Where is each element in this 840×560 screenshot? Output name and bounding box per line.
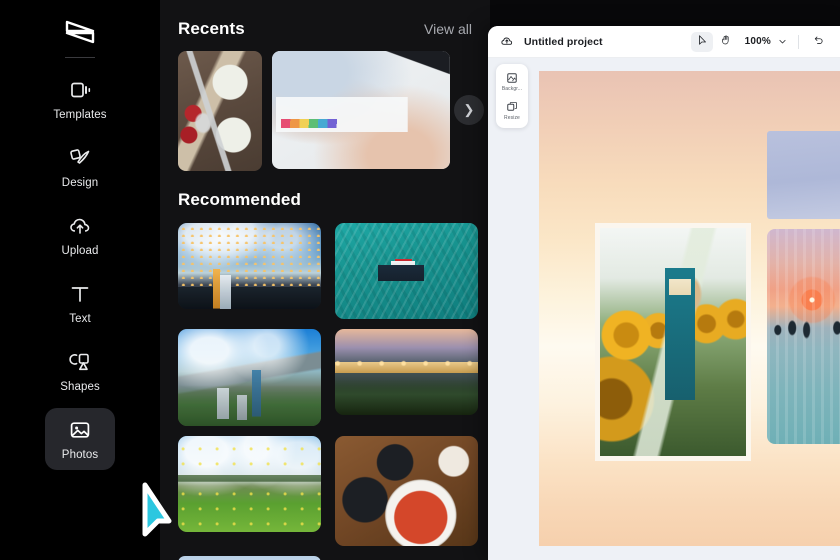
canvas-image-lavender-gradient-block[interactable]	[767, 131, 840, 219]
editor-canvas-area: Backgr... Resize	[488, 58, 840, 560]
shapes-icon	[68, 350, 92, 374]
thumbnail-illuminated-viaduct-park	[335, 329, 478, 415]
thumbnail-yogurt-strawberries-flatlay	[178, 51, 262, 171]
canvas-image-sunset-ocean-silhouettes[interactable]	[767, 229, 840, 444]
sidebar-item-label: Text	[69, 312, 91, 325]
capcut-logo-icon[interactable]	[57, 14, 103, 50]
photos-panel: Recents View all ❯ Recommended	[160, 0, 490, 560]
undo-arrow-icon	[813, 33, 825, 51]
list-item[interactable]	[272, 51, 450, 169]
background-tool-label: Backgr...	[501, 86, 523, 92]
photos-image-icon	[68, 418, 92, 442]
select-tool-button[interactable]	[690, 31, 713, 52]
upload-cloud-icon	[68, 214, 92, 238]
sidebar-item-design[interactable]: Design	[45, 136, 115, 198]
hand-pan-icon	[720, 33, 732, 51]
toolbar-divider	[798, 34, 799, 49]
resize-tool-button[interactable]: Resize	[497, 98, 527, 123]
thumbnail-city-skyline-dusk	[178, 223, 321, 309]
canvas-image-woman-sunflower-field[interactable]	[595, 223, 751, 461]
design-icon	[68, 146, 92, 170]
recommended-header: Recommended	[160, 190, 490, 210]
list-item[interactable]	[178, 329, 321, 426]
templates-icon	[68, 78, 92, 102]
design-canvas[interactable]	[539, 71, 840, 546]
zoom-level-label[interactable]: 100%	[745, 36, 771, 47]
sidebar-item-shapes[interactable]: Shapes	[45, 340, 115, 402]
project-name-label[interactable]: Untitled project	[524, 36, 603, 48]
list-item[interactable]	[335, 223, 478, 319]
sidebar-item-label: Photos	[61, 448, 99, 461]
sidebar-item-text[interactable]: Text	[45, 272, 115, 334]
recommended-title: Recommended	[178, 190, 301, 209]
toolbar-right-group: 100%	[690, 31, 830, 52]
sidebar-item-templates[interactable]: Templates	[45, 68, 115, 130]
recents-view-all-link[interactable]: View all	[424, 21, 472, 37]
editor-toolbar: Untitled project 100%	[488, 26, 840, 58]
sidebar-item-label: Shapes	[60, 380, 100, 393]
sidebar-item-upload[interactable]: Upload	[45, 204, 115, 266]
thumbnail-team-meeting-color-chart	[272, 51, 450, 169]
recents-header: Recents View all	[160, 19, 490, 39]
recommended-grid	[160, 223, 490, 560]
list-item[interactable]	[335, 436, 478, 546]
cursor-select-icon	[696, 33, 708, 51]
sidebar-item-label: Templates	[53, 108, 107, 121]
sidebar-item-label: Upload	[61, 244, 99, 257]
undo-button[interactable]	[808, 32, 830, 52]
recents-carousel: ❯	[160, 51, 490, 171]
thumbnail-ramen-bowl-set	[335, 436, 478, 546]
sidebar-item-photos[interactable]: Photos	[45, 408, 115, 470]
chevron-down-icon[interactable]	[775, 35, 789, 49]
text-icon	[68, 282, 92, 306]
thumbnail-boat-turquoise-sea	[335, 223, 478, 319]
background-icon	[506, 71, 519, 84]
background-tool-button[interactable]: Backgr...	[497, 69, 527, 94]
screen-root: Templates Design Upload Text Shapes Phot…	[0, 0, 840, 560]
left-navigation-rail: Templates Design Upload Text Shapes Phot…	[0, 0, 160, 560]
list-item[interactable]	[178, 223, 321, 309]
thumbnail-green-meadow-village	[178, 436, 321, 532]
floating-tool-palette: Backgr... Resize	[496, 64, 528, 128]
list-item[interactable]	[178, 556, 321, 560]
resize-icon	[506, 100, 519, 113]
resize-tool-label: Resize	[504, 115, 520, 121]
rail-item-list: Templates Design Upload Text Shapes Phot…	[0, 68, 160, 470]
chevron-right-icon: ❯	[463, 102, 475, 117]
list-item[interactable]	[178, 51, 262, 171]
hand-tool-button[interactable]	[715, 32, 737, 52]
editor-window: Untitled project 100% Backgr... Resize	[488, 26, 840, 560]
thumbnail-city-mountains-daytime	[178, 329, 321, 426]
cloud-save-icon[interactable]	[498, 33, 516, 51]
rail-divider	[65, 57, 95, 58]
recents-title: Recents	[178, 19, 245, 38]
list-item[interactable]	[178, 436, 321, 532]
list-item[interactable]	[335, 329, 478, 415]
sidebar-item-label: Design	[61, 176, 99, 189]
carousel-next-button[interactable]: ❯	[454, 95, 484, 125]
thumbnail-partial-photo-sliver	[178, 556, 321, 560]
